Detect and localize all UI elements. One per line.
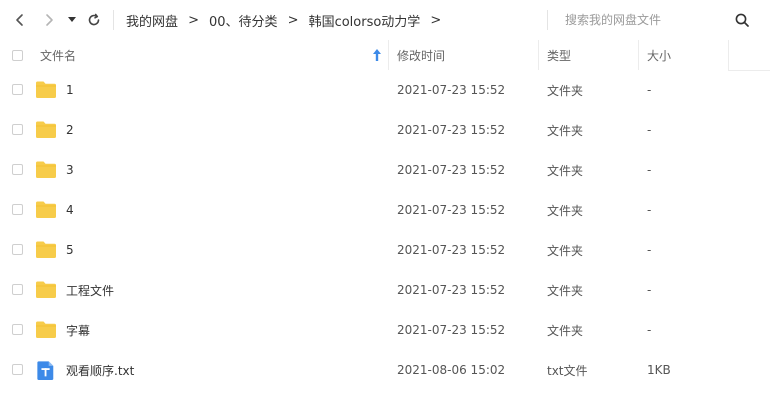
file-manager-window: 我的网盘 > 00、待分类 > 韩国colorso动力学 > 文件名 修改时间 … — [0, 0, 770, 393]
file-type: 文件夹 — [547, 123, 584, 138]
file-modified-date: 2021-07-23 15:52 — [397, 163, 506, 177]
history-dropdown-button[interactable] — [62, 8, 82, 32]
column-divider[interactable] — [728, 40, 729, 70]
toolbar: 我的网盘 > 00、待分类 > 韩国colorso动力学 > — [0, 0, 770, 40]
file-modified-date: 2021-08-06 15:02 — [397, 363, 506, 377]
folder-icon — [36, 161, 56, 178]
row-checkbox[interactable] — [12, 284, 23, 295]
folder-icon — [36, 281, 56, 298]
forward-button[interactable] — [37, 8, 61, 32]
file-list: 1 2021-07-23 15:52 文件夹 - 2 2021-07-23 15… — [0, 70, 770, 393]
search-icon — [735, 13, 749, 27]
column-header-name-label: 文件名 — [40, 48, 77, 63]
file-size: - — [647, 123, 652, 137]
file-row[interactable]: 1 2021-07-23 15:52 文件夹 - — [0, 70, 770, 110]
file-size: - — [647, 203, 652, 217]
breadcrumb-item-unsorted[interactable]: 00、待分类 — [209, 11, 278, 30]
file-row[interactable]: 工程文件 2021-07-23 15:52 文件夹 - — [0, 270, 770, 310]
file-type: 文件夹 — [547, 323, 584, 338]
column-header-date-label: 修改时间 — [397, 48, 446, 63]
file-size: - — [647, 323, 652, 337]
file-row[interactable]: 5 2021-07-23 15:52 文件夹 - — [0, 230, 770, 270]
row-checkbox[interactable] — [12, 164, 23, 175]
file-name[interactable]: 4 — [66, 190, 74, 230]
refresh-icon — [88, 13, 100, 26]
search-button[interactable] — [730, 8, 754, 32]
file-row[interactable]: 字幕 2021-07-23 15:52 文件夹 - — [0, 310, 770, 350]
breadcrumb-separator: > — [287, 12, 299, 28]
file-modified-date: 2021-07-23 15:52 — [397, 283, 506, 297]
file-name[interactable]: 字幕 — [66, 310, 90, 350]
refresh-button[interactable] — [82, 8, 106, 32]
file-size: 1KB — [647, 363, 671, 377]
chevron-left-icon — [16, 14, 23, 26]
folder-icon — [36, 201, 56, 218]
breadcrumb: 我的网盘 > 00、待分类 > 韩国colorso动力学 > — [126, 0, 451, 40]
row-checkbox[interactable] — [12, 364, 23, 375]
row-checkbox[interactable] — [12, 124, 23, 135]
file-row[interactable]: 2 2021-07-23 15:52 文件夹 - — [0, 110, 770, 150]
breadcrumb-item-my-drive[interactable]: 我的网盘 — [126, 11, 178, 30]
column-header-type-label: 类型 — [547, 48, 572, 63]
row-checkbox[interactable] — [12, 324, 23, 335]
file-modified-date: 2021-07-23 15:52 — [397, 83, 506, 97]
file-name[interactable]: 工程文件 — [66, 270, 114, 310]
select-all-checkbox[interactable] — [12, 50, 23, 61]
file-type: 文件夹 — [547, 243, 584, 258]
search-divider — [547, 10, 548, 30]
txt-file-icon — [37, 361, 54, 380]
breadcrumb-separator: > — [188, 12, 199, 28]
column-divider[interactable] — [638, 40, 639, 70]
file-modified-date: 2021-07-23 15:52 — [397, 323, 506, 337]
file-modified-date: 2021-07-23 15:52 — [397, 123, 506, 137]
file-type: 文件夹 — [547, 163, 584, 178]
back-button[interactable] — [8, 8, 32, 32]
sort-ascending-arrow-icon[interactable] — [372, 48, 382, 62]
file-row[interactable]: 4 2021-07-23 15:52 文件夹 - — [0, 190, 770, 230]
file-size: - — [647, 83, 652, 97]
column-divider[interactable] — [538, 40, 539, 70]
file-type: 文件夹 — [547, 203, 584, 218]
row-checkbox[interactable] — [12, 84, 23, 95]
folder-icon — [36, 241, 56, 258]
breadcrumb-item-current-folder[interactable]: 韩国colorso动力学 — [309, 11, 421, 30]
file-name[interactable]: 3 — [66, 150, 74, 190]
file-type: 文件夹 — [547, 83, 584, 98]
row-checkbox[interactable] — [12, 244, 23, 255]
column-header-row: 文件名 修改时间 类型 大小 — [0, 40, 770, 70]
file-size: - — [647, 243, 652, 257]
breadcrumb-separator: > — [430, 12, 442, 28]
column-divider[interactable] — [388, 40, 389, 70]
file-modified-date: 2021-07-23 15:52 — [397, 203, 506, 217]
column-header-type[interactable]: 类型 — [547, 40, 627, 70]
file-type: txt文件 — [547, 363, 588, 378]
file-name[interactable]: 观看顺序.txt — [66, 350, 134, 390]
column-header-date[interactable]: 修改时间 — [397, 40, 527, 70]
file-name[interactable]: 5 — [66, 230, 74, 270]
folder-icon — [36, 121, 56, 138]
column-header-size-label: 大小 — [647, 48, 672, 63]
column-header-name[interactable]: 文件名 — [40, 40, 385, 70]
file-type: 文件夹 — [547, 283, 584, 298]
caret-down-icon — [68, 17, 76, 22]
file-size: - — [647, 283, 652, 297]
file-name[interactable]: 1 — [66, 70, 74, 110]
file-row[interactable]: 3 2021-07-23 15:52 文件夹 - — [0, 150, 770, 190]
file-row[interactable]: 观看顺序.txt 2021-08-06 15:02 txt文件 1KB — [0, 350, 770, 390]
folder-icon — [36, 321, 56, 338]
toolbar-divider — [113, 10, 114, 30]
file-size: - — [647, 163, 652, 177]
chevron-right-icon — [46, 14, 53, 26]
row-checkbox[interactable] — [12, 204, 23, 215]
folder-icon — [36, 81, 56, 98]
column-header-size[interactable]: 大小 — [647, 40, 717, 70]
file-name[interactable]: 2 — [66, 110, 74, 150]
search-input[interactable] — [557, 8, 725, 32]
file-modified-date: 2021-07-23 15:52 — [397, 243, 506, 257]
